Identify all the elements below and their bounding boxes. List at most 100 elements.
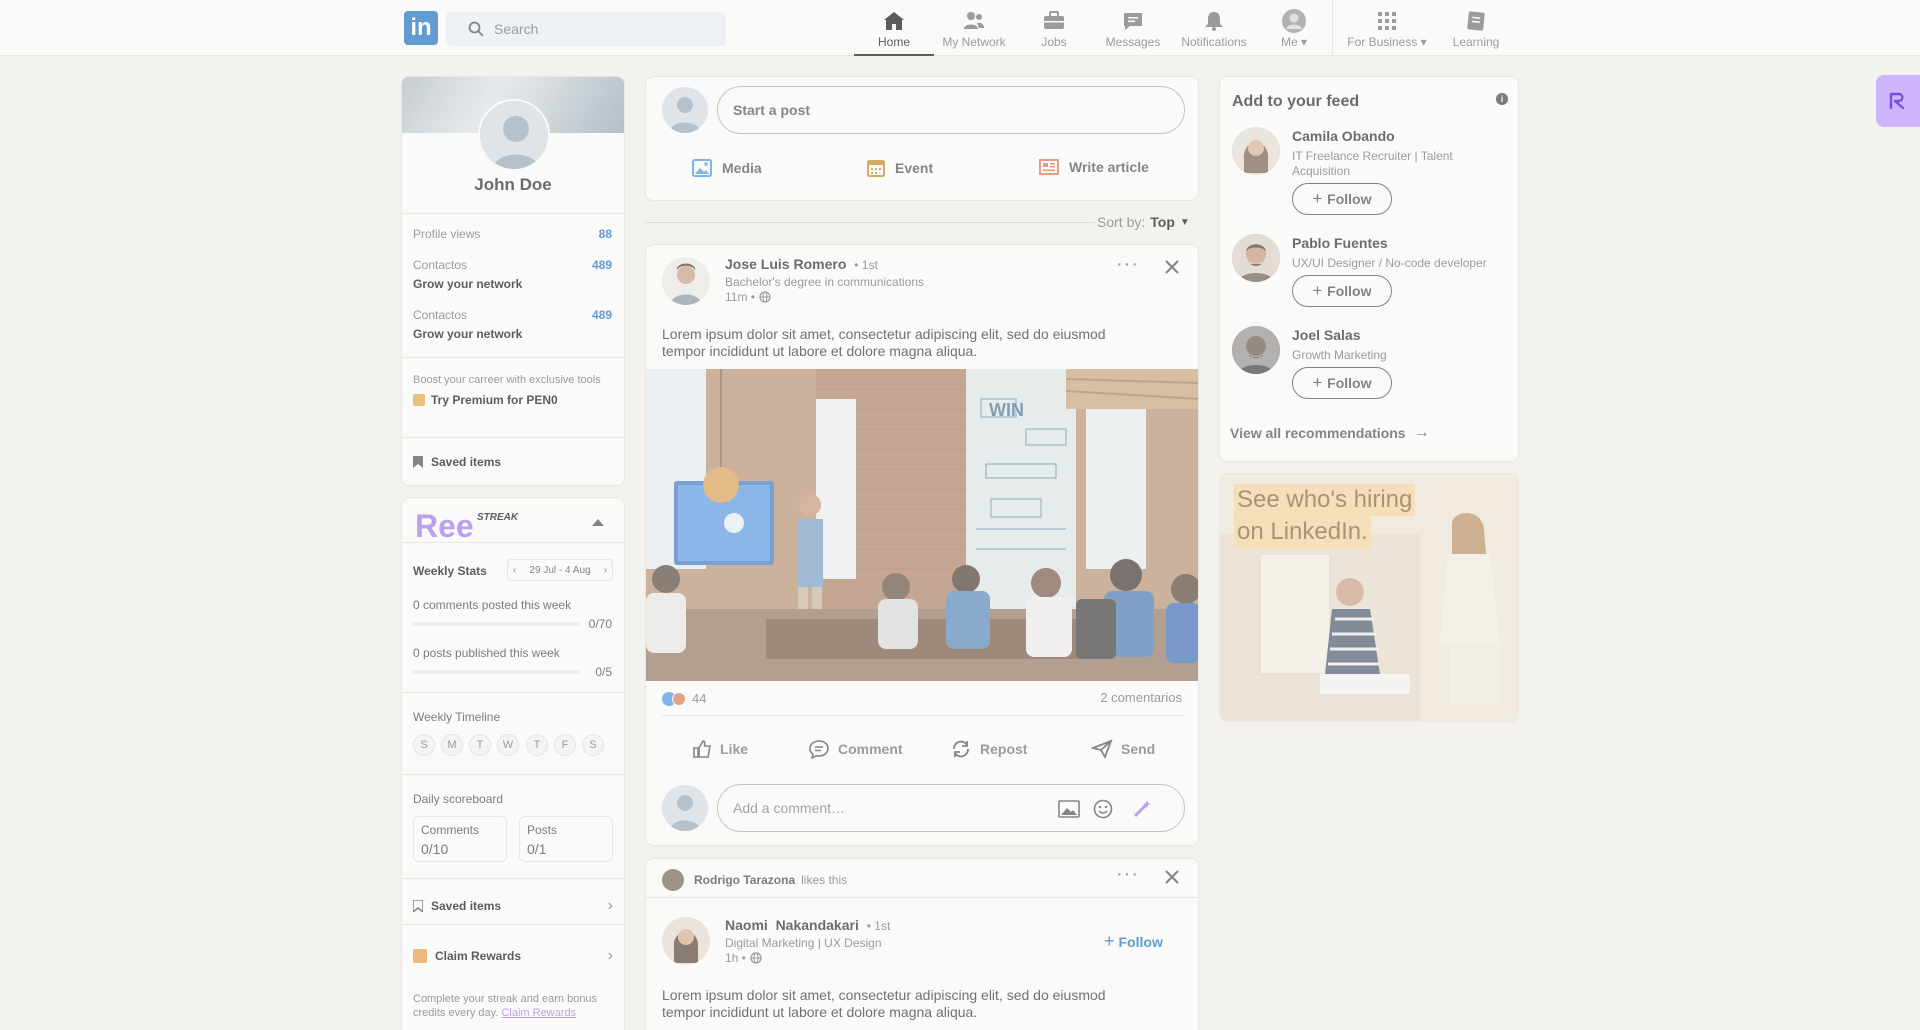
follow-button[interactable]: + Follow [1104,931,1163,952]
post-text-line: Lorem ipsum dolor sit amet, consectetur … [662,326,1106,342]
comment-button[interactable]: Comment [808,725,903,773]
nav-messages[interactable]: Messages [1098,0,1168,56]
profile-name[interactable]: John Doe [402,175,624,195]
magic-wand-icon[interactable] [1132,799,1152,819]
premium-section[interactable]: Boost your carreer with exclusive tools … [413,373,613,407]
send-button[interactable]: Send [1091,725,1155,773]
divider [402,542,624,543]
post-image[interactable]: WIN [646,369,1198,681]
emoji-icon[interactable] [1093,799,1113,819]
weekly-timeline: S M T W T F S [413,734,613,756]
nav-label: Me ▾ [1280,35,1308,49]
profile-card: John Doe Profile views 88 Contactos Grow… [401,76,625,486]
contacts-label: Contactos [413,308,468,322]
follow-button[interactable]: + Follow [1292,367,1392,399]
date-range-picker[interactable]: ‹ 29 Jul - 4 Aug › [507,559,613,581]
send-label: Send [1121,741,1156,757]
image-icon[interactable] [1058,800,1080,818]
saved-items-link[interactable]: Saved items [413,455,501,469]
bell-icon [1205,12,1223,31]
follow-button[interactable]: + Follow [1292,275,1392,307]
nav-home[interactable]: Home [854,0,934,56]
linkedin-logo[interactable]: in [404,11,438,45]
write-article-button[interactable]: Write article [1039,159,1149,175]
person-avatar[interactable] [1232,234,1280,282]
nav-learning[interactable]: Learning [1444,0,1508,56]
author-avatar[interactable] [662,917,710,965]
chevron-left-icon[interactable]: ‹ [513,565,516,576]
ad-headline: See who's hiring on LinkedIn. [1234,484,1416,548]
person-name[interactable]: Joel Salas [1292,327,1361,343]
post-timestamp: 1h • [725,951,746,965]
connection-degree: • 1st [866,919,891,933]
comments-count[interactable]: 2 comentarios [1100,690,1182,705]
divider [402,692,624,693]
more-options-icon[interactable]: ··· [1116,253,1139,276]
reactions-count: 44 [692,691,707,706]
nav-jobs[interactable]: Jobs [1022,0,1086,56]
person-name[interactable]: Camila Obando [1292,128,1395,144]
post-author-name[interactable]: Jose Luis Romero [725,256,846,272]
repost-button[interactable]: Repost [950,725,1027,773]
contacts-row[interactable]: Contactos Grow your network 489 [402,306,624,346]
liker-name[interactable]: Rodrigo Tarazona [694,873,795,887]
saved-items-label: Saved items [431,455,502,469]
add-to-feed-card: Add to your feed i Camila Obando IT Free… [1219,76,1519,462]
view-all-label: View all recommendations [1230,425,1406,441]
saved-items-label: Saved items [431,899,502,913]
nav-label: Notifications [1181,35,1247,49]
event-button[interactable]: Event [867,159,933,177]
ad-banner[interactable]: See who's hiring on LinkedIn. [1219,473,1519,722]
user-avatar[interactable] [662,785,708,831]
scoreboard-posts: Posts 0/1 [519,816,613,862]
info-icon[interactable]: i [1496,93,1508,105]
gift-icon [413,949,427,963]
day-circle: T [469,734,491,756]
message-icon [1124,13,1142,30]
media-button[interactable]: Media [692,159,762,177]
search-input[interactable] [494,12,714,46]
author-avatar[interactable] [662,257,710,305]
nav-notifications[interactable]: Notifications [1174,0,1254,56]
person-avatar[interactable] [1232,127,1280,175]
post-time: 11m • [725,290,771,304]
follow-button[interactable]: + Follow [1292,183,1392,215]
person-name[interactable]: Pablo Fuentes [1292,235,1388,251]
nav-my-network[interactable]: My Network [936,0,1012,56]
reactions-summary[interactable]: 44 [662,691,706,706]
nav-for-business[interactable]: For Business ▾ [1340,0,1434,56]
profile-avatar[interactable] [478,99,550,171]
more-options-icon[interactable]: ··· [1116,863,1139,886]
liker-avatar[interactable] [662,869,684,891]
view-all-recommendations-link[interactable]: View all recommendations → [1230,424,1430,442]
nav-me[interactable]: Me ▾ [1264,0,1324,56]
like-label: Like [720,741,749,757]
close-icon[interactable] [1164,259,1180,275]
sort-control[interactable]: Sort by: Top ▼ [1097,214,1190,230]
comment-input[interactable] [733,785,1043,831]
chevron-right-icon[interactable]: › [604,565,607,576]
claim-rewards-link[interactable]: Claim Rewards › [413,944,613,968]
collapse-icon[interactable] [592,518,604,526]
sort-value: Top [1150,214,1175,230]
contacts-row[interactable]: Contactos Grow your network 489 [402,256,624,296]
nav-label: Home [877,35,910,49]
post-author-name[interactable]: Naomi Nakandakari [725,917,859,933]
profile-views-row[interactable]: Profile views 88 [402,225,624,245]
like-button[interactable]: Like [692,725,748,773]
start-post-button[interactable]: Start a post [717,86,1185,134]
person-avatar[interactable] [1232,326,1280,374]
search-box[interactable] [446,12,726,46]
nav-label: Messages [1105,35,1161,49]
extension-logo-icon [1889,92,1905,110]
ad-headline-line: See who's hiring [1234,484,1416,516]
close-icon[interactable] [1164,869,1180,885]
extension-floating-button[interactable] [1876,75,1920,127]
posts-stat-text: 0 posts published this week [413,646,560,660]
comments-stat-text: 0 comments posted this week [413,598,572,612]
comment-box[interactable] [717,784,1185,832]
claim-rewards-link[interactable]: Claim Rewards [501,1007,576,1019]
user-avatar[interactable] [662,87,708,133]
nav-label: Jobs [1041,35,1067,49]
streak-saved-items[interactable]: Saved items › [413,894,613,918]
